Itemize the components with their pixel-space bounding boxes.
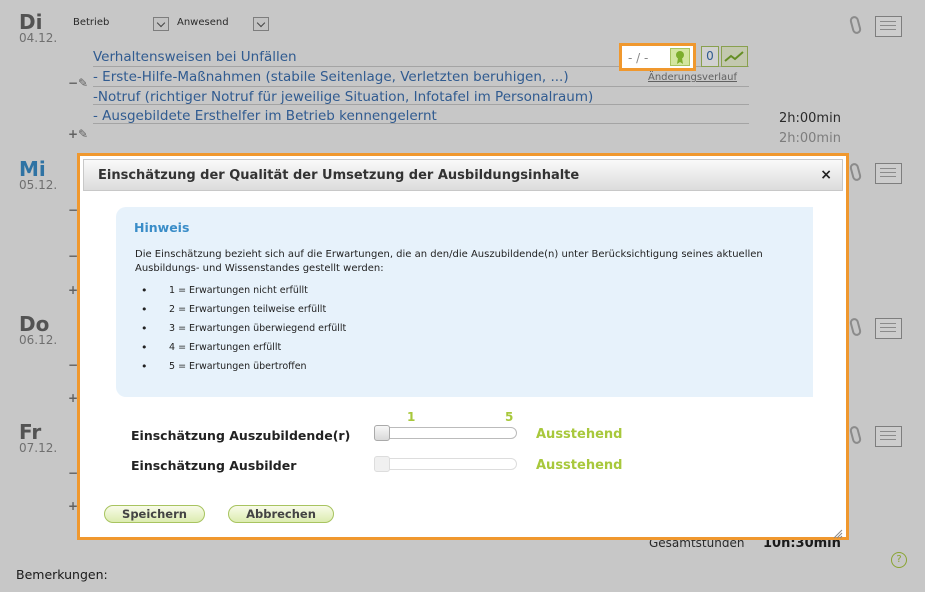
hint-item: 3 = Erwartungen überwiegend erfüllt xyxy=(141,322,346,342)
scale-max: 5 xyxy=(505,410,514,424)
dialog-title: Einschätzung der Qualität der Umsetzung … xyxy=(98,168,580,183)
rating-value: - / - xyxy=(628,51,649,65)
hint-item: 2 = Erwartungen teilweise erfüllt xyxy=(141,303,346,323)
rating-azubi-slider[interactable] xyxy=(374,425,517,441)
assessment-dialog: Einschätzung der Qualität der Umsetzung … xyxy=(77,153,849,540)
rating-ausbilder-label: Einschätzung Ausbilder xyxy=(131,458,297,473)
resize-grip-icon[interactable] xyxy=(833,524,843,539)
rating-azubi-label: Einschätzung Auszubildende(r) xyxy=(131,428,351,443)
status-azubi: Ausstehend xyxy=(536,427,623,442)
rating-box[interactable]: - / - xyxy=(619,43,696,71)
scale-min: 1 xyxy=(407,410,416,424)
dialog-header: Einschätzung der Qualität der Umsetzung … xyxy=(83,159,843,191)
slider-handle[interactable] xyxy=(374,425,390,441)
hint-item: 4 = Erwartungen erfüllt xyxy=(141,341,346,361)
hint-title: Hinweis xyxy=(134,220,190,235)
save-button[interactable]: Speichern xyxy=(104,505,205,523)
status-ausbilder: Ausstehend xyxy=(536,458,623,473)
hint-text: Die Einschätzung bezieht sich auf die Er… xyxy=(135,249,763,274)
hint-list: 1 = Erwartungen nicht erfüllt 2 = Erwart… xyxy=(141,284,346,380)
rating-ausbilder-slider xyxy=(374,456,517,472)
rating-icon[interactable] xyxy=(670,48,690,66)
hint-box: Hinweis Die Einschätzung bezieht sich au… xyxy=(116,207,813,397)
hint-item: 5 = Erwartungen übertroffen xyxy=(141,360,346,380)
slider-handle xyxy=(374,456,390,472)
hint-item: 1 = Erwartungen nicht erfüllt xyxy=(141,284,346,304)
cancel-button[interactable]: Abbrechen xyxy=(228,505,334,523)
close-icon[interactable]: × xyxy=(820,167,832,183)
